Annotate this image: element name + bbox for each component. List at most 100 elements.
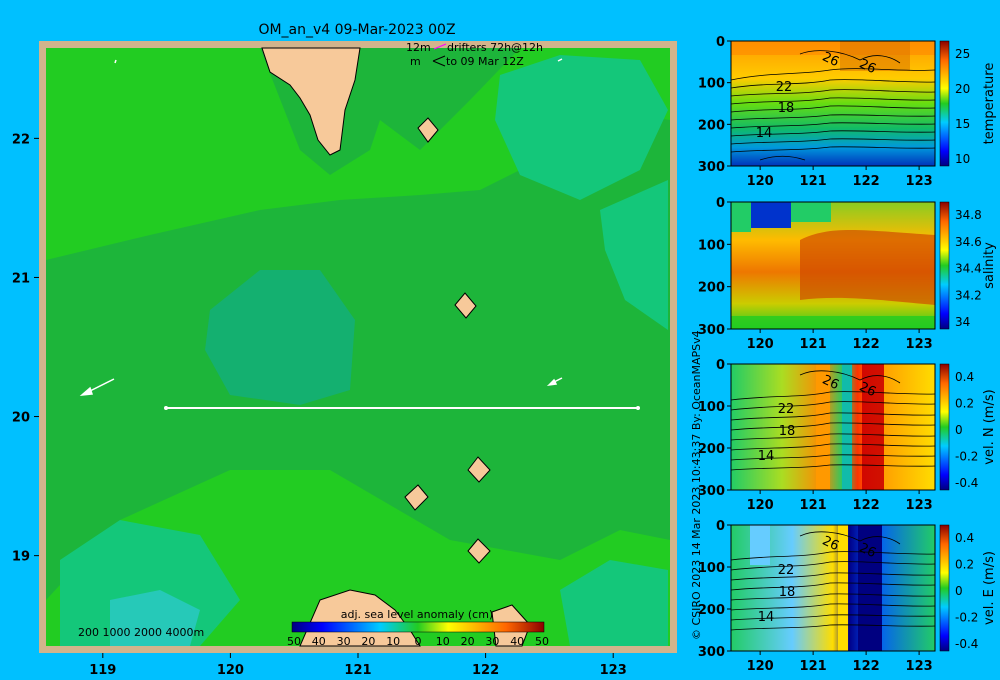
temperature-depth-tick-label: 300: [698, 160, 725, 175]
vel-n-depth-tick-label: 300: [698, 484, 725, 499]
drifter-unit: m: [410, 55, 421, 68]
salinity-lon-tick-label: 123: [906, 337, 933, 352]
vel-n-lon-tick-label: 121: [800, 498, 827, 513]
section-start: [164, 406, 168, 410]
temperature-colorbar-tick: 10: [955, 152, 970, 166]
vel-n-colorbar-tick: 0.4: [955, 370, 974, 384]
map-x-tick-label: 122: [472, 663, 499, 678]
vel-n-colorbar-tick: -0.4: [955, 476, 978, 490]
drifter-legend-title: drifters 72h@12h: [447, 41, 543, 54]
map-title: OM_an_v4 09-Mar-2023 00Z: [258, 22, 455, 38]
contour-label: 18: [778, 101, 795, 116]
map-x-tick-label: 123: [600, 663, 627, 678]
temperature-lon-tick-label: 121: [800, 174, 827, 189]
vel-e-colorbar-tick: -0.2: [955, 611, 978, 625]
vel-e-colorbar-tick: 0.4: [955, 531, 974, 545]
temperature-depth-tick-label: 200: [698, 118, 725, 133]
drifter-time: to 09 Mar 12Z: [446, 55, 524, 68]
vel-n-lon-tick-label: 122: [853, 498, 880, 513]
sla-colorbar-tick: 10: [386, 635, 400, 648]
vel-e-panel: 26 26221814: [730, 524, 950, 652]
map-y-tick-label: 22: [12, 132, 30, 147]
vel-n-colorbar-tick: 0: [955, 423, 963, 437]
vel-n-depth-tick-label: 0: [716, 358, 725, 373]
map-x-tick-label: 120: [217, 663, 244, 678]
temperature-colorbar-tick: 25: [955, 47, 970, 61]
vel-n-colorbar-tick: 0.2: [955, 397, 974, 411]
vel-e-lon-tick-label: 122: [853, 659, 880, 674]
salinity-colorbar-tick: 34.4: [955, 262, 982, 276]
vel-e-depth-tick-label: 300: [698, 645, 725, 660]
salinity-lon-tick-label: 120: [747, 337, 774, 352]
vel-e-lon-tick-label: 121: [800, 659, 827, 674]
vel-e-colorbar-tick: 0: [955, 584, 963, 598]
drifter-depth-label: 12m: [406, 41, 431, 54]
sla-colorbar-ramp: [291, 621, 545, 633]
salinity-depth-tick-label: 300: [698, 323, 725, 338]
vel-n-lon-tick-label: 123: [906, 498, 933, 513]
temperature-depth-tick-label: 0: [716, 35, 725, 50]
temperature-axis-title: temperature: [982, 63, 997, 145]
sla-colorbar-tick: 30: [337, 635, 351, 648]
sla-colorbar-tick: 0: [415, 635, 422, 648]
sla-colorbar-tick: 50: [287, 635, 301, 648]
vel-e-colorbar-tick: 0.2: [955, 558, 974, 572]
sla-colorbar-tick: 50: [535, 635, 549, 648]
temperature-colorbar-tick: 15: [955, 117, 970, 131]
map-y-tick-label: 19: [12, 550, 30, 565]
sla-colorbar-tick: 40: [510, 635, 524, 648]
temperature-depth-tick-label: 100: [698, 77, 725, 92]
map-y-tick-label: 20: [12, 411, 30, 426]
map-panel: 12m drifters 72h@12h m to 09 Mar 12Z 200…: [12, 41, 677, 678]
salinity-colorbar-tick: 34.2: [955, 288, 982, 302]
map-x-tick-label: 121: [344, 663, 371, 678]
salinity-depth-tick-label: 200: [698, 281, 725, 296]
salinity-depth-tick-label: 100: [698, 238, 725, 253]
map-x-ticks: 119 120 121 122 123: [89, 653, 627, 678]
salinity-depth-tick-label: 0: [716, 196, 725, 211]
vel-n-axis-title: vel. N (m/s): [982, 389, 997, 464]
sla-colorbar-tick: 20: [361, 635, 375, 648]
bathymetry-legend: 200 1000 2000 4000m: [78, 626, 204, 639]
vel-n-colorbar: [939, 363, 950, 491]
salinity-colorbar: [939, 201, 950, 330]
figure: OM_an_v4 09-Mar-2023 00Z 12m drifters 72…: [12, 22, 997, 678]
temperature-lon-tick-label: 122: [853, 174, 880, 189]
vel-n-depth-tick-label: 200: [698, 442, 725, 457]
vel-e-colorbar-tick: -0.4: [955, 637, 978, 651]
vel-e-depth-tick-label: 0: [716, 519, 725, 534]
vel-n-colorbar-tick: -0.2: [955, 450, 978, 464]
sla-colorbar-tick: 30: [485, 635, 499, 648]
map-x-tick-label: 119: [89, 663, 116, 678]
contour-label: 18: [779, 424, 796, 439]
vel-e-depth-tick-label: 100: [698, 561, 725, 576]
salinity-lon-tick-label: 122: [853, 337, 880, 352]
contour-label: 14: [758, 449, 775, 464]
vel-e-lon-tick-label: 123: [906, 659, 933, 674]
contour-label: 14: [758, 610, 775, 625]
salinity-colorbar-tick: 34: [955, 315, 970, 329]
salinity-lon-tick-label: 121: [800, 337, 827, 352]
temperature-lon-tick-label: 123: [906, 174, 933, 189]
sla-colorbar-tick: 10: [436, 635, 450, 648]
vel-e-lon-tick-label: 120: [747, 659, 774, 674]
temperature-lon-tick-label: 120: [747, 174, 774, 189]
vel-n-depth-tick-label: 100: [698, 400, 725, 415]
temperature-panel: 26 26221814: [730, 40, 950, 167]
salinity-colorbar-tick: 34.8: [955, 208, 982, 222]
contour-label: 14: [756, 126, 773, 141]
contour-label: 18: [779, 585, 796, 600]
section-end: [636, 406, 640, 410]
map-y-ticks: 19 20 21 22: [12, 132, 39, 565]
salinity-colorbar-tick: 34.6: [955, 235, 982, 249]
temperature-colorbar: [939, 40, 950, 167]
contour-label: 22: [778, 402, 795, 417]
contour-label: 22: [776, 80, 793, 95]
map-y-tick-label: 21: [12, 271, 30, 286]
sla-colorbar-tick: 20: [461, 635, 475, 648]
vel-e-colorbar: [939, 524, 950, 652]
sla-colorbar-label: adj. sea level anomaly (cm): [341, 608, 493, 621]
vel-n-panel: 26 26221814: [730, 363, 950, 491]
temperature-colorbar-tick: 20: [955, 82, 970, 96]
contour-label: 22: [778, 563, 795, 578]
